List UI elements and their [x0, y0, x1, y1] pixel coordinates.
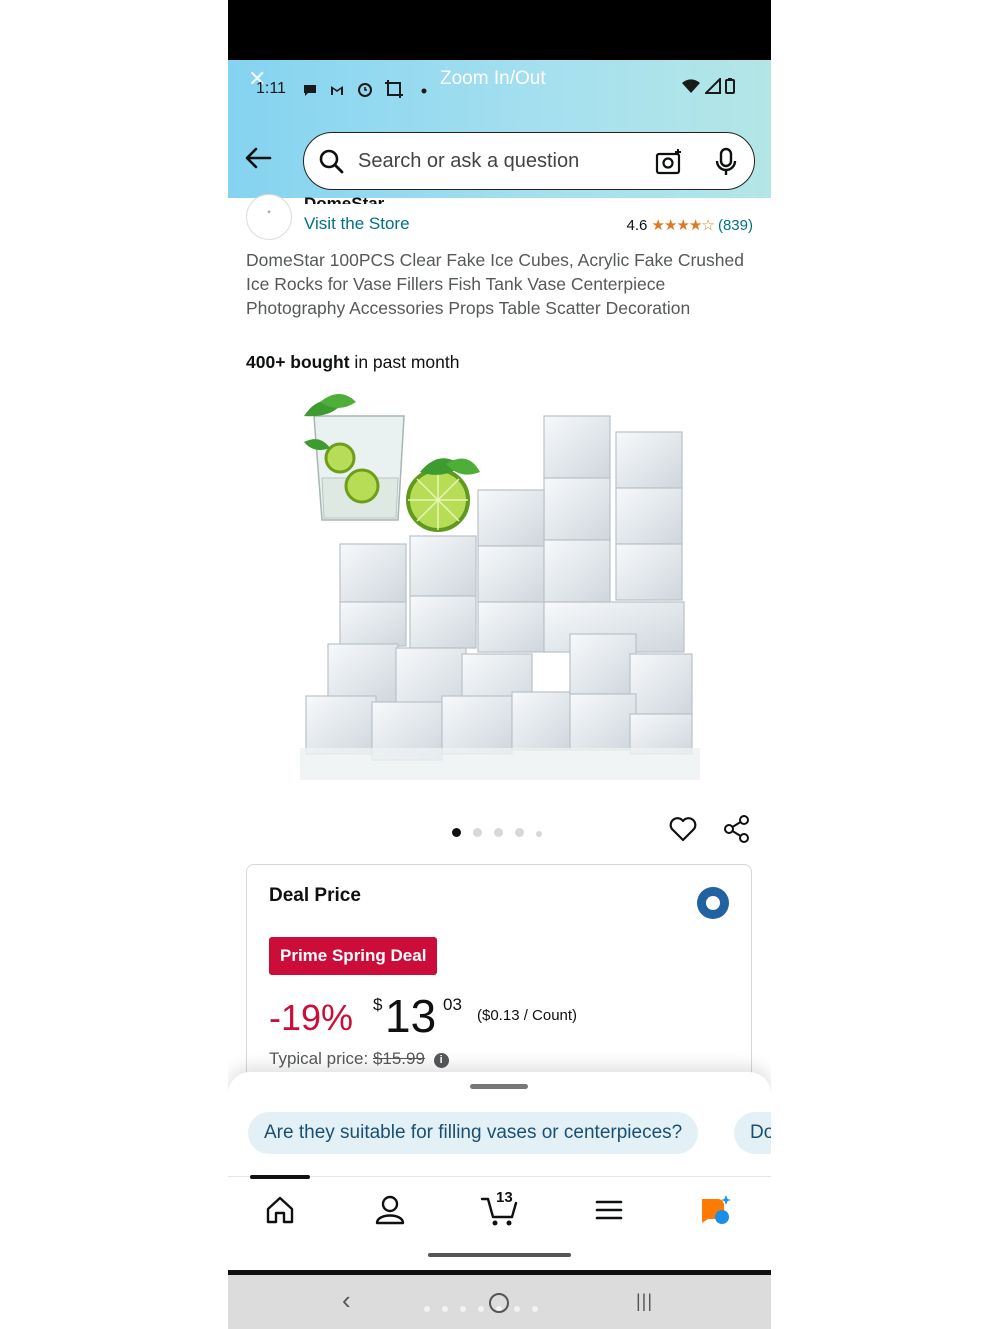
- page-dot: [460, 1306, 466, 1312]
- suggestion-sheet: Are they suitable for filling vases or c…: [228, 1072, 771, 1176]
- heart-icon[interactable]: [668, 814, 698, 844]
- phone-screen: ✕ 1:11 Zoom In/Out Search or ask a quest…: [228, 0, 771, 1329]
- cart-count-badge: 13: [496, 1189, 513, 1206]
- page-dot: [532, 1306, 538, 1312]
- gesture-bar: [428, 1253, 571, 1257]
- camera-search-icon[interactable]: [654, 147, 684, 177]
- page-dot: [478, 1306, 484, 1312]
- microphone-icon[interactable]: [712, 147, 740, 177]
- carousel-dot[interactable]: [536, 831, 542, 837]
- screenshot-icon: [385, 80, 403, 98]
- home-icon[interactable]: [263, 1193, 297, 1227]
- gmail-icon: [331, 86, 343, 95]
- signal-icon: [703, 76, 721, 94]
- store-logo[interactable]: ✦: [246, 194, 292, 240]
- page-dot: [424, 1306, 430, 1312]
- suggestion-chip[interactable]: Do: [734, 1112, 771, 1154]
- bought-count-bold: 400+ bought: [246, 352, 350, 372]
- battery-icon: [725, 78, 735, 94]
- typical-price: Typical price: $15.99 i: [269, 1049, 449, 1069]
- back-arrow-icon[interactable]: [242, 142, 274, 174]
- sheet-drag-handle[interactable]: [470, 1084, 528, 1089]
- carousel-dot[interactable]: [494, 828, 503, 837]
- rating-value: 4.6: [626, 217, 648, 234]
- visit-store-link[interactable]: Visit the Store: [304, 214, 410, 234]
- price-fraction: 03: [443, 995, 462, 1014]
- nav-active-indicator: [250, 1175, 310, 1179]
- rating-summary[interactable]: 4.6 ★★★★☆ (839): [627, 216, 753, 234]
- menu-icon[interactable]: [592, 1193, 626, 1227]
- status-bar: ✕ 1:11 Zoom In/Out: [228, 60, 771, 116]
- product-image[interactable]: [300, 388, 700, 780]
- carousel-dot-active[interactable]: [452, 828, 461, 837]
- bought-count: 400+ bought in past month: [246, 352, 459, 373]
- image-carousel-dots[interactable]: [452, 824, 554, 837]
- alarm-icon: [358, 83, 372, 97]
- price-currency: $: [373, 995, 383, 1014]
- page-dot: [442, 1306, 448, 1312]
- deal-price-label: Deal Price: [269, 885, 361, 906]
- share-icon[interactable]: [722, 814, 752, 844]
- prime-deal-badge: Prime Spring Deal: [269, 937, 438, 975]
- message-icon: [304, 85, 316, 96]
- suggestion-chip[interactable]: Are they suitable for filling vases or c…: [248, 1112, 699, 1154]
- account-icon[interactable]: [373, 1193, 407, 1227]
- status-time: 1:11: [256, 80, 286, 97]
- system-nav-bar: ‹ |||: [228, 1270, 771, 1329]
- star-rating-icon: ★★★★☆: [651, 217, 715, 234]
- info-icon[interactable]: i: [433, 1053, 449, 1068]
- zoom-overlay-label: Zoom In/Out: [440, 68, 546, 89]
- store-row: ✦ DomeStar Visit the Store 4.6 ★★★★☆ (83…: [228, 194, 771, 242]
- typical-price-value: $15.99: [372, 1049, 425, 1068]
- price-whole: 13: [385, 990, 437, 1042]
- search-bar[interactable]: [303, 132, 755, 190]
- store-name: DomeStar: [304, 194, 385, 204]
- system-home-button[interactable]: [489, 1293, 509, 1313]
- bottom-nav: 13: [228, 1175, 771, 1270]
- review-count: (839): [717, 217, 753, 234]
- system-recents-button[interactable]: |||: [636, 1291, 653, 1312]
- dot-icon: [421, 88, 427, 94]
- deal-price-card[interactable]: Deal Price Prime Spring Deal -19% $ 13 0…: [246, 864, 752, 1094]
- page-dot: [514, 1306, 520, 1312]
- app-header: ✕ 1:11 Zoom In/Out: [228, 60, 771, 198]
- search-input[interactable]: [358, 143, 628, 179]
- rufus-icon[interactable]: [698, 1193, 732, 1227]
- bought-count-rest: in past month: [349, 352, 460, 372]
- page-dots: [424, 1299, 550, 1317]
- product-title: DomeStar 100PCS Clear Fake Ice Cubes, Ac…: [246, 250, 744, 318]
- wifi-icon: [681, 79, 700, 93]
- search-icon: [319, 149, 344, 174]
- carousel-dot[interactable]: [515, 828, 524, 837]
- typical-price-label: Typical price:: [269, 1049, 369, 1068]
- discount-percent: -19%: [269, 997, 354, 1038]
- carousel-dot[interactable]: [473, 828, 482, 837]
- deal-price-radio[interactable]: [697, 887, 729, 919]
- unit-price: ($0.13 / Count): [477, 1007, 578, 1024]
- status-right-icons: [681, 76, 735, 98]
- top-black-bar: [228, 0, 771, 60]
- system-back-button[interactable]: ‹: [342, 1285, 351, 1316]
